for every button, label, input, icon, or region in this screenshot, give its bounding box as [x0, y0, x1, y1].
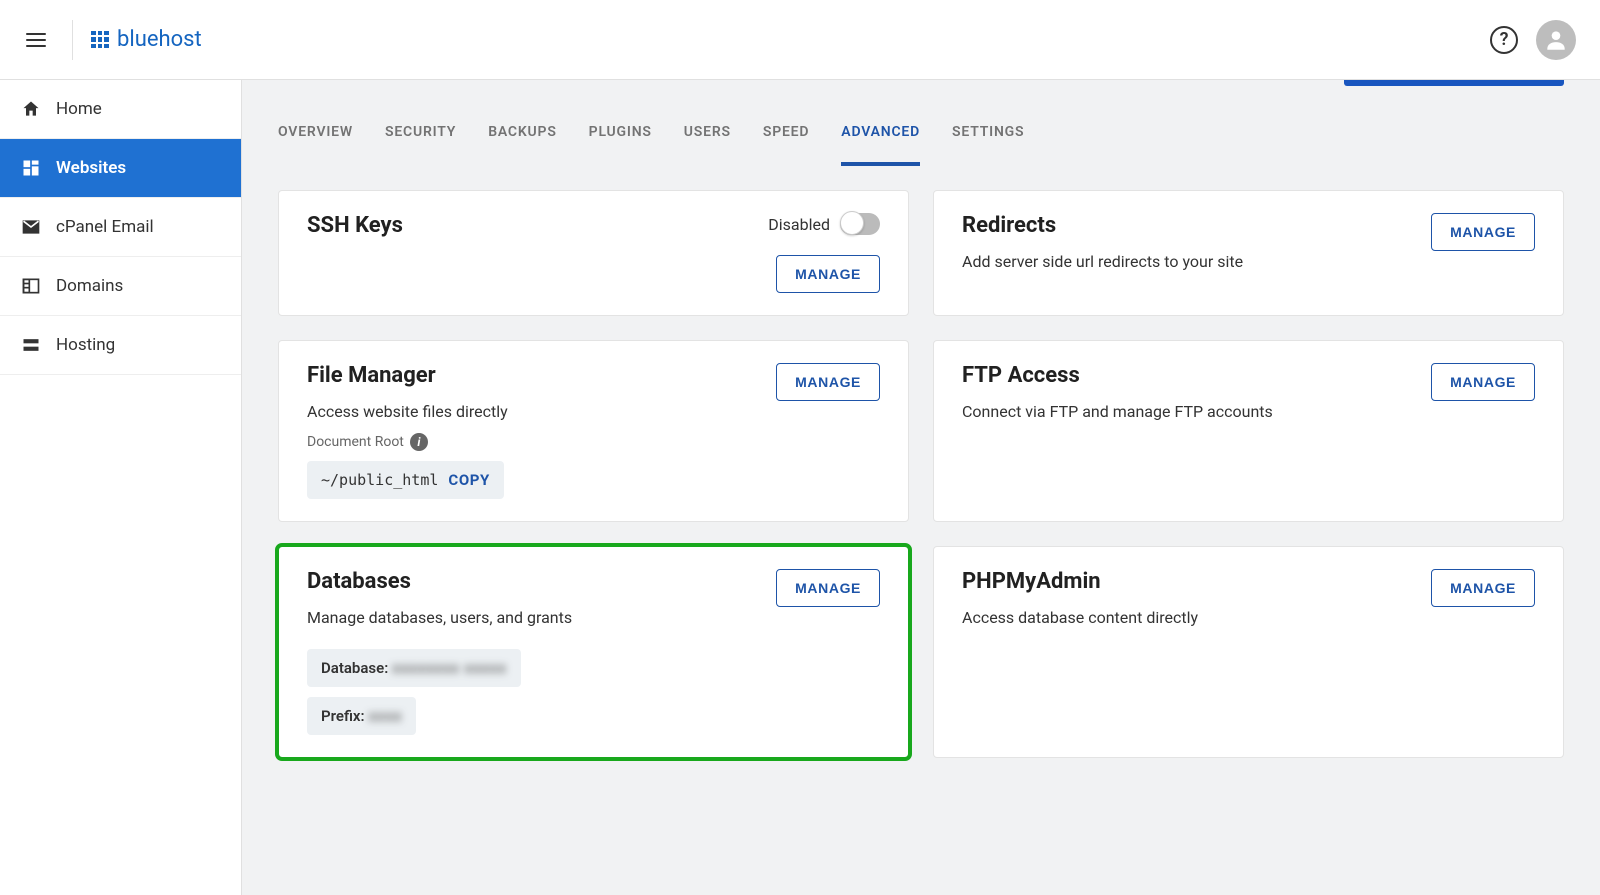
home-icon: [20, 98, 42, 120]
tab-users[interactable]: USERS: [684, 124, 731, 166]
copy-doc-root-button[interactable]: COPY: [448, 471, 490, 489]
card-databases: Databases Manage databases, users, and g…: [278, 546, 909, 758]
help-button[interactable]: ?: [1484, 20, 1524, 60]
doc-root-label: Document Root: [307, 434, 404, 450]
sidebar-item-label: Domains: [56, 276, 123, 296]
cards-grid: SSH Keys Disabled MANAGE Redirects Add s…: [242, 166, 1600, 818]
sidebar-item-domains[interactable]: Domains: [0, 257, 241, 316]
tab-plugins[interactable]: PLUGINS: [589, 124, 652, 166]
card-desc: Access website files directly: [307, 402, 760, 421]
card-ssh-keys: SSH Keys Disabled MANAGE: [278, 190, 909, 316]
manage-phpmyadmin-button[interactable]: MANAGE: [1431, 569, 1535, 607]
brand-name: bluehost: [117, 27, 202, 52]
card-title: SSH Keys: [307, 213, 752, 238]
apps-grid-icon: [91, 31, 109, 49]
card-desc: Add server side url redirects to your si…: [962, 252, 1415, 271]
manage-redirects-button[interactable]: MANAGE: [1431, 213, 1535, 251]
sidebar: Home Websites cPanel Email Domains Hosti…: [0, 80, 242, 895]
tab-backups[interactable]: BACKUPS: [488, 124, 556, 166]
sidebar-item-label: Hosting: [56, 335, 115, 355]
card-title: Redirects: [962, 213, 1415, 238]
card-desc: Access database content directly: [962, 608, 1415, 627]
card-phpmyadmin: PHPMyAdmin Access database content direc…: [933, 546, 1564, 758]
ssh-toggle[interactable]: [840, 213, 880, 235]
sidebar-item-hosting[interactable]: Hosting: [0, 316, 241, 375]
manage-file-manager-button[interactable]: MANAGE: [776, 363, 880, 401]
tab-advanced[interactable]: ADVANCED: [841, 124, 920, 166]
sidebar-item-label: cPanel Email: [56, 217, 154, 237]
header-accent: [1344, 80, 1564, 86]
card-title: File Manager: [307, 363, 760, 388]
email-icon: [20, 216, 42, 238]
tab-settings[interactable]: SETTINGS: [952, 124, 1024, 166]
help-icon: ?: [1490, 26, 1518, 54]
hamburger-menu-icon[interactable]: [24, 28, 48, 52]
divider: [72, 20, 73, 60]
tab-overview[interactable]: OVERVIEW: [278, 124, 353, 166]
card-redirects: Redirects Add server side url redirects …: [933, 190, 1564, 316]
main-content: OVERVIEW SECURITY BACKUPS PLUGINS USERS …: [242, 80, 1600, 895]
manage-databases-button[interactable]: MANAGE: [776, 569, 880, 607]
ssh-toggle-label: Disabled: [768, 215, 830, 234]
card-title: PHPMyAdmin: [962, 569, 1415, 594]
sidebar-item-home[interactable]: Home: [0, 80, 241, 139]
prefix-label: Prefix:: [321, 707, 365, 725]
dashboard-icon: [20, 157, 42, 179]
info-icon[interactable]: i: [410, 433, 428, 451]
card-desc: Manage databases, users, and grants: [307, 608, 760, 627]
sidebar-item-label: Websites: [56, 158, 126, 178]
card-ftp-access: FTP Access Connect via FTP and manage FT…: [933, 340, 1564, 522]
hosting-icon: [20, 334, 42, 356]
domain-icon: [20, 275, 42, 297]
database-label: Database:: [321, 659, 388, 677]
manage-ftp-button[interactable]: MANAGE: [1431, 363, 1535, 401]
card-title: Databases: [307, 569, 760, 594]
card-file-manager: File Manager Access website files direct…: [278, 340, 909, 522]
sidebar-item-cpanel-email[interactable]: cPanel Email: [0, 198, 241, 257]
topbar: bluehost ?: [0, 0, 1600, 80]
database-value: xxxxxxxx xxxxx: [392, 659, 506, 677]
doc-root-path: ~/public_html: [321, 471, 438, 489]
prefix-value: xxxx: [369, 707, 403, 725]
tab-security[interactable]: SECURITY: [385, 124, 456, 166]
card-desc: Connect via FTP and manage FTP accounts: [962, 402, 1415, 421]
tab-speed[interactable]: SPEED: [763, 124, 809, 166]
brand-logo[interactable]: bluehost: [91, 27, 202, 52]
sidebar-item-websites[interactable]: Websites: [0, 139, 241, 198]
card-title: FTP Access: [962, 363, 1415, 388]
tabs: OVERVIEW SECURITY BACKUPS PLUGINS USERS …: [242, 80, 1600, 166]
sidebar-item-label: Home: [56, 99, 102, 119]
manage-ssh-button[interactable]: MANAGE: [776, 255, 880, 293]
account-avatar[interactable]: [1536, 20, 1576, 60]
